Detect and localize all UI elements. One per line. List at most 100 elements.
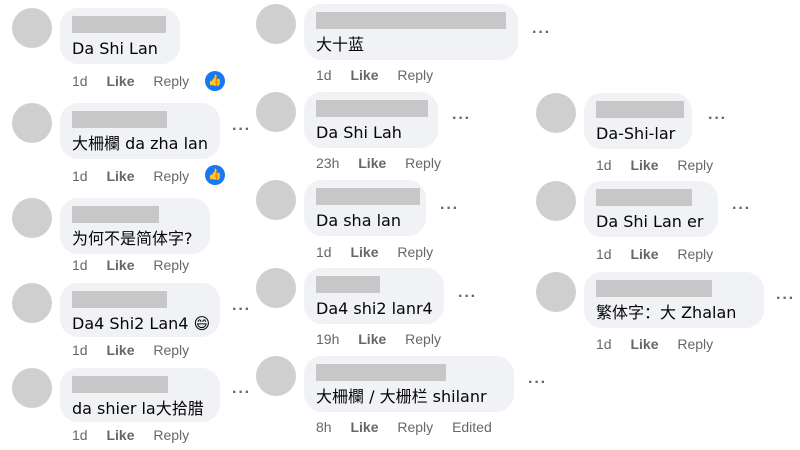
comment-time[interactable]: 1d <box>316 244 332 260</box>
like-button[interactable]: Like <box>106 257 134 273</box>
comment-text: 大十蓝 <box>316 35 365 54</box>
comment-time[interactable]: 1d <box>596 336 612 352</box>
more-icon[interactable]: ··· <box>732 201 751 217</box>
comment-time[interactable]: 1d <box>596 157 612 173</box>
comment-text: Da4 Shi2 Lan4 😄 <box>72 314 211 333</box>
commenter-name[interactable] <box>316 276 380 293</box>
comment-text: 大柵欄 / 大栅栏 shilanr <box>316 387 487 406</box>
like-button[interactable]: Like <box>358 331 386 347</box>
comment-time[interactable]: 23h <box>316 155 339 171</box>
comment-actions: 1d Like Reply <box>72 427 204 443</box>
avatar[interactable] <box>12 103 52 143</box>
more-icon[interactable]: ··· <box>528 375 547 391</box>
commenter-name[interactable] <box>596 189 692 206</box>
commenter-name[interactable] <box>316 364 446 381</box>
avatar[interactable] <box>536 93 576 133</box>
thumbs-up-icon[interactable]: 👍 <box>205 165 225 185</box>
comment-bubble: 为何不是简体字? <box>60 198 210 254</box>
more-icon[interactable]: ··· <box>232 385 251 401</box>
more-icon[interactable]: ··· <box>708 111 727 127</box>
comment-bubble: 大柵欄 / 大栅栏 shilanr <box>304 356 514 412</box>
comment-time[interactable]: 1d <box>72 427 88 443</box>
comment-text: Da Shi Lah <box>316 123 402 142</box>
commenter-name[interactable] <box>316 100 428 117</box>
like-button[interactable]: Like <box>106 73 134 89</box>
avatar[interactable] <box>256 92 296 132</box>
comment-time[interactable]: 1d <box>72 342 88 358</box>
comment-time[interactable]: 1d <box>596 246 612 262</box>
like-button[interactable]: Like <box>630 336 658 352</box>
like-button[interactable]: Like <box>106 342 134 358</box>
avatar[interactable] <box>256 356 296 396</box>
thumbs-up-icon[interactable]: 👍 <box>205 71 225 91</box>
reply-button[interactable]: Reply <box>153 257 189 273</box>
comment-time[interactable]: 1d <box>72 73 88 89</box>
comment-bubble: Da4 Shi2 Lan4 😄 <box>60 283 220 337</box>
comment-actions: 19h Like Reply <box>316 331 456 347</box>
comment-bubble: Da Shi Lan er <box>584 181 718 237</box>
avatar[interactable] <box>536 272 576 312</box>
comment-actions: 1d Like Reply <box>596 157 728 173</box>
commenter-name[interactable] <box>596 280 712 297</box>
comment-bubble: Da-Shi-lar <box>584 93 692 149</box>
reply-button[interactable]: Reply <box>677 246 713 262</box>
like-button[interactable]: Like <box>350 244 378 260</box>
avatar[interactable] <box>256 4 296 44</box>
avatar[interactable] <box>536 181 576 221</box>
comment-bubble: Da sha lan <box>304 180 426 236</box>
avatar[interactable] <box>12 368 52 408</box>
comment-time[interactable]: 1d <box>316 67 332 83</box>
reply-button[interactable]: Reply <box>153 73 189 89</box>
commenter-name[interactable] <box>596 101 684 118</box>
like-button[interactable]: Like <box>106 168 134 184</box>
like-button[interactable]: Like <box>630 246 658 262</box>
comment-time[interactable]: 1d <box>72 168 88 184</box>
more-icon[interactable]: ··· <box>440 201 459 217</box>
avatar[interactable] <box>12 198 52 238</box>
comment-text: Da-Shi-lar <box>596 124 676 143</box>
reply-button[interactable]: Reply <box>153 342 189 358</box>
more-icon[interactable]: ··· <box>458 289 477 305</box>
avatar[interactable] <box>256 268 296 308</box>
reply-button[interactable]: Reply <box>397 244 433 260</box>
reply-button[interactable]: Reply <box>153 168 189 184</box>
comment-actions: 1d Like Reply <box>72 168 204 184</box>
like-button[interactable]: Like <box>350 67 378 83</box>
reply-button[interactable]: Reply <box>397 419 433 435</box>
comment-actions: 23h Like Reply <box>316 155 456 171</box>
commenter-name[interactable] <box>72 376 168 393</box>
commenter-name[interactable] <box>316 12 506 29</box>
comment-time[interactable]: 19h <box>316 331 339 347</box>
reply-button[interactable]: Reply <box>397 67 433 83</box>
comment-time[interactable]: 1d <box>72 257 88 273</box>
more-icon[interactable]: ··· <box>452 111 471 127</box>
more-icon[interactable]: ··· <box>232 122 251 138</box>
reply-button[interactable]: Reply <box>677 336 713 352</box>
commenter-name[interactable] <box>72 111 167 128</box>
reply-button[interactable]: Reply <box>405 331 441 347</box>
comment-actions: 1d Like Reply <box>316 67 448 83</box>
commenter-name[interactable] <box>72 291 167 308</box>
more-icon[interactable]: ··· <box>232 302 251 318</box>
comment-time[interactable]: 8h <box>316 419 332 435</box>
reply-button[interactable]: Reply <box>405 155 441 171</box>
avatar[interactable] <box>12 283 52 323</box>
avatar[interactable] <box>12 8 52 48</box>
commenter-name[interactable] <box>72 16 166 33</box>
comment-text: da shier la大拾腊 <box>72 399 204 418</box>
reply-button[interactable]: Reply <box>153 427 189 443</box>
comment-text: Da Shi Lan <box>72 39 158 58</box>
reply-button[interactable]: Reply <box>677 157 713 173</box>
commenter-name[interactable] <box>72 206 159 223</box>
like-button[interactable]: Like <box>350 419 378 435</box>
more-icon[interactable]: ··· <box>532 25 551 41</box>
like-button[interactable]: Like <box>630 157 658 173</box>
commenter-name[interactable] <box>316 188 420 205</box>
avatar[interactable] <box>256 180 296 220</box>
comment-text: 为何不是简体字? <box>72 229 193 248</box>
comment-bubble: 繁体字：大 Zhalan <box>584 272 764 328</box>
like-button[interactable]: Like <box>358 155 386 171</box>
like-button[interactable]: Like <box>106 427 134 443</box>
comment-bubble: da shier la大拾腊 <box>60 368 220 422</box>
more-icon[interactable]: ··· <box>776 291 795 307</box>
